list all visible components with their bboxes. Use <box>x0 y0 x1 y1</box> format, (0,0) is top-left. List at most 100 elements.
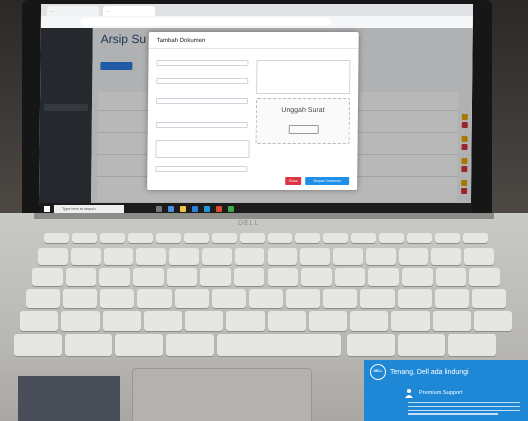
category-select[interactable] <box>156 60 249 66</box>
keyboard-key[interactable] <box>351 233 377 243</box>
close-button[interactable]: Close <box>285 177 302 185</box>
keyboard-key[interactable] <box>431 248 462 265</box>
text-input[interactable] <box>155 122 248 128</box>
keyboard-key[interactable] <box>334 268 366 286</box>
keyboard-key[interactable] <box>185 311 224 331</box>
keyboard-key[interactable] <box>61 311 100 331</box>
keyboard-key[interactable] <box>432 311 471 331</box>
keyboard-key[interactable] <box>166 268 198 286</box>
keyboard-key[interactable] <box>32 268 63 286</box>
keyboard-key[interactable] <box>365 248 396 265</box>
keyboard-key[interactable] <box>70 248 101 265</box>
address-bar[interactable] <box>80 18 331 26</box>
keyboard-key[interactable] <box>166 334 214 356</box>
keyboard-key[interactable] <box>471 289 506 308</box>
keyboard-key[interactable] <box>286 289 321 308</box>
keyboard-key[interactable] <box>360 289 395 308</box>
keyboard-key[interactable] <box>14 334 62 356</box>
task-view-icon[interactable] <box>156 206 162 212</box>
keyboard-key[interactable] <box>308 311 347 331</box>
keyboard-key[interactable] <box>233 268 265 286</box>
keyboard-key[interactable] <box>323 289 358 308</box>
text-input[interactable] <box>156 78 249 84</box>
save-document-button[interactable]: Simpan Dokumen <box>305 177 350 185</box>
keyboard-key[interactable] <box>64 334 113 356</box>
dell-app-icon[interactable] <box>204 206 210 212</box>
keyboard-key[interactable] <box>391 311 430 331</box>
keyboard-key[interactable] <box>44 233 69 243</box>
keyboard-key[interactable] <box>143 311 182 331</box>
upload-dropzone[interactable]: Unggah Surat <box>255 98 351 144</box>
keyboard-key[interactable] <box>397 334 446 356</box>
keyboard-key[interactable] <box>38 248 68 265</box>
textarea-input[interactable] <box>155 140 250 158</box>
keyboard-key[interactable] <box>115 334 164 356</box>
keyboard-key[interactable] <box>174 289 209 308</box>
keyboard-key[interactable] <box>333 248 363 265</box>
keyboard-key[interactable] <box>323 233 349 243</box>
keyboard-key[interactable] <box>136 248 167 265</box>
keyboard-key[interactable] <box>99 268 130 286</box>
keyboard-key[interactable] <box>407 233 433 243</box>
keyboard-key[interactable] <box>435 268 467 286</box>
status-select[interactable] <box>155 166 248 172</box>
keyboard-key[interactable] <box>71 233 97 243</box>
keyboard-key[interactable] <box>464 248 494 265</box>
keyboard-key[interactable] <box>65 268 97 286</box>
keyboard-key[interactable] <box>434 289 469 308</box>
keyboard-key[interactable] <box>248 289 284 308</box>
keyboard-key[interactable] <box>300 248 331 265</box>
app-icon[interactable] <box>228 206 234 212</box>
keyboard-key[interactable] <box>295 233 321 243</box>
keyboard-key[interactable] <box>267 248 298 265</box>
keyboard-key[interactable] <box>398 248 429 265</box>
keyboard-key[interactable] <box>350 311 389 331</box>
browser-tab[interactable]: ... <box>46 6 100 16</box>
windows-start-icon[interactable] <box>44 206 50 212</box>
keyboard-key[interactable] <box>463 233 488 243</box>
keyboard-key[interactable] <box>301 268 332 286</box>
edge-icon[interactable] <box>168 206 174 212</box>
keyboard-key[interactable] <box>102 311 141 331</box>
keyboard-key[interactable] <box>267 233 293 243</box>
keyboard-key[interactable] <box>216 334 341 356</box>
browser-tab-active[interactable]: ... <box>102 6 156 16</box>
keyboard-key[interactable] <box>435 233 461 243</box>
browser-icon[interactable] <box>216 206 222 212</box>
keyboard-key[interactable] <box>183 233 209 243</box>
keyboard-key[interactable] <box>267 311 306 331</box>
keyboard-key[interactable] <box>346 334 395 356</box>
keyboard-key[interactable] <box>132 268 164 286</box>
keyboard-key[interactable] <box>267 268 299 286</box>
choose-file-button[interactable] <box>288 125 319 134</box>
keyboard-key[interactable] <box>99 233 125 243</box>
date-input[interactable] <box>156 98 249 104</box>
keyboard-key[interactable] <box>379 233 405 243</box>
keyboard-key[interactable] <box>368 268 400 286</box>
keyboard-key[interactable] <box>137 289 172 308</box>
keyboard-key[interactable] <box>100 289 135 308</box>
keyboard-key[interactable] <box>155 233 181 243</box>
keyboard-key[interactable] <box>234 248 265 265</box>
keyboard-key[interactable] <box>26 289 61 308</box>
keyboard-key[interactable] <box>201 248 232 265</box>
keyboard-key[interactable] <box>226 311 265 331</box>
description-textarea[interactable] <box>256 60 351 94</box>
keyboard-key[interactable] <box>169 248 199 265</box>
keyboard-key[interactable] <box>127 233 153 243</box>
keyboard-key[interactable] <box>63 289 98 308</box>
store-icon[interactable] <box>192 206 198 212</box>
keyboard-key[interactable] <box>103 248 134 265</box>
keyboard-key[interactable] <box>397 289 432 308</box>
keyboard-key[interactable] <box>239 233 265 243</box>
keyboard-key[interactable] <box>200 268 231 286</box>
keyboard-key[interactable] <box>473 311 512 331</box>
keyboard-key[interactable] <box>448 334 496 356</box>
keyboard-key[interactable] <box>211 233 237 243</box>
keyboard-key[interactable] <box>211 289 246 308</box>
keyboard-key[interactable] <box>20 311 59 331</box>
file-explorer-icon[interactable] <box>180 206 186 212</box>
keyboard-key[interactable] <box>402 268 433 286</box>
touchpad[interactable] <box>132 368 312 421</box>
keyboard-key[interactable] <box>469 268 500 286</box>
